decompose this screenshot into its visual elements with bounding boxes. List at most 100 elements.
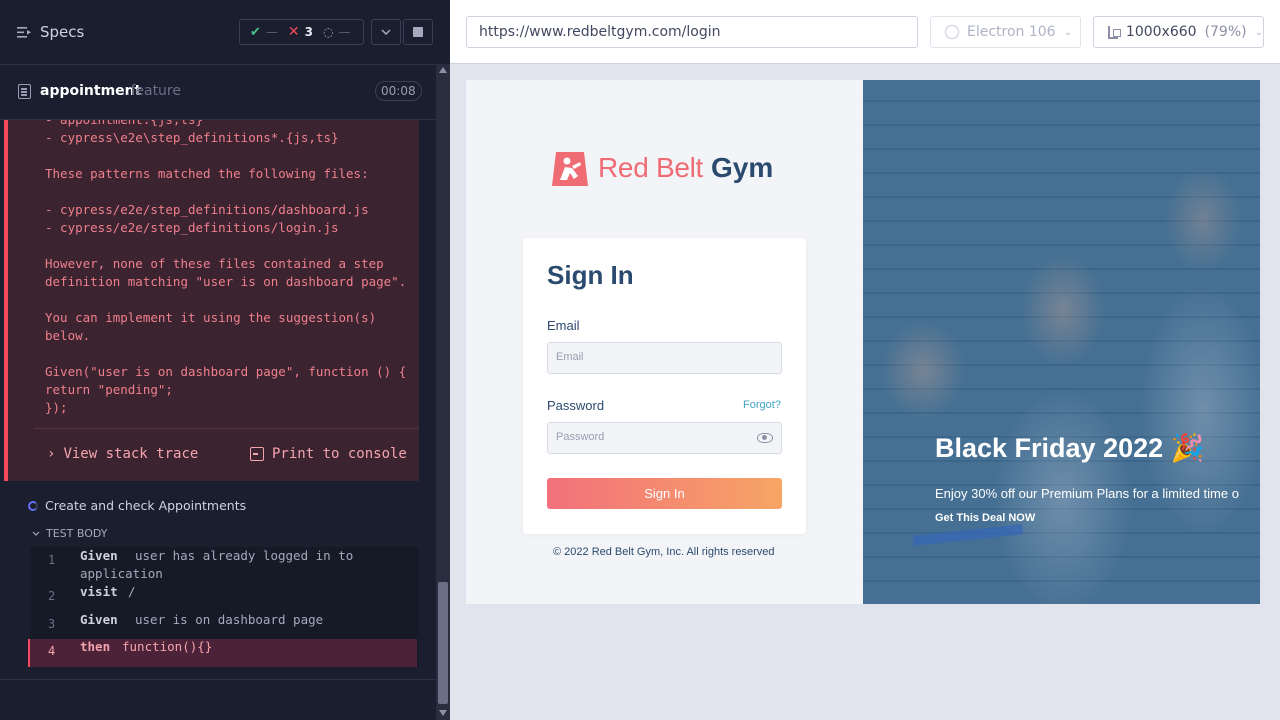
copyright-text: © 2022 Red Belt Gym, Inc. All rights res…: [553, 546, 775, 558]
error-line: Given("user is on dashboard page", funct…: [45, 364, 407, 379]
error-line: These patterns matched the following fil…: [45, 166, 369, 181]
command-row[interactable]: 3 Given user is on dashboard page: [30, 611, 419, 635]
scrollbar-thumb[interactable]: [438, 582, 448, 704]
aut-header: https://www.redbeltgym.com/login Electro…: [450, 0, 1280, 64]
command-row[interactable]: 2 visit /: [30, 584, 419, 606]
forgot-password-link[interactable]: Forgot?: [743, 399, 781, 411]
stop-button[interactable]: [403, 19, 433, 45]
chevron-right-icon: ›: [47, 446, 56, 462]
email-label: Email: [547, 318, 580, 333]
url-bar[interactable]: https://www.redbeltgym.com/login: [466, 16, 918, 48]
command-list: 1 Given user has already logged in to ap…: [28, 547, 419, 667]
check-icon: ✔: [250, 24, 261, 40]
command-row[interactable]: 1 Given user has already logged in to ap…: [30, 547, 419, 589]
viewport-size: 1000x660: [1125, 24, 1197, 40]
error-line: });: [45, 400, 68, 415]
pending-count: —: [338, 25, 351, 39]
logo-text-blue: Gym: [711, 152, 774, 183]
x-icon: ✕: [287, 24, 300, 40]
reporter-scrollbar[interactable]: [436, 64, 450, 720]
error-actions: › View stack trace Print to console: [34, 428, 419, 481]
passed-count: —: [265, 25, 278, 39]
sign-in-card: Sign In Email Email Password Forgot? Pas…: [523, 238, 806, 534]
divider: [0, 679, 435, 680]
view-stack-trace-label: View stack trace: [63, 446, 199, 462]
login-pane: Red Belt Gym Sign In Email Email Passwor…: [466, 80, 863, 604]
error-line: return "pending";: [45, 382, 173, 397]
password-placeholder: Password: [556, 431, 605, 443]
promo-banner: Black Friday 2022 🎉 Enjoy 30% off our Pr…: [863, 80, 1260, 604]
app-iframe: Red Belt Gym Sign In Email Email Passwor…: [466, 80, 1260, 604]
command-number: 1: [48, 553, 56, 567]
chevron-down-icon: ⌄: [1254, 26, 1263, 38]
command-row-failed[interactable]: 4 then function(){}: [28, 639, 417, 667]
error-line: below.: [45, 328, 91, 343]
promo-text: Enjoy 30% off our Premium Plans for a li…: [935, 486, 1239, 501]
get-deal-link[interactable]: Get This Deal NOW: [935, 512, 1035, 524]
stop-icon: [413, 27, 423, 37]
viewport-scale: (79%): [1204, 24, 1247, 40]
pending-circle-icon: ◌: [323, 25, 334, 39]
error-line: You can implement it using the suggestio…: [45, 310, 377, 325]
promo-photo-detail: [912, 524, 1024, 546]
sign-in-title: Sign In: [547, 260, 634, 290]
electron-icon: [945, 25, 959, 39]
command-message: /: [128, 584, 136, 599]
browser-name: Electron 106: [967, 24, 1056, 40]
error-message-box: - appointment.{js,ts} - cypress\e2e\step_…: [4, 120, 419, 481]
sign-in-button[interactable]: Sign In: [547, 478, 782, 509]
failed-count: 3: [304, 25, 313, 39]
command-message: user is on dashboard page: [135, 612, 324, 627]
chevron-down-icon: ⌄: [1063, 26, 1072, 38]
command-name: visit: [80, 584, 118, 599]
error-line: - cypress/e2e/step_definitions/login.js: [45, 220, 339, 235]
command-name: Given: [80, 612, 118, 627]
viewport-icon: [1108, 25, 1121, 39]
command-name: Given: [80, 548, 118, 563]
command-message-continued: application: [80, 566, 163, 581]
aut-panel: https://www.redbeltgym.com/login Electro…: [450, 0, 1280, 720]
command-message: function(){}: [122, 639, 213, 654]
promo-title: Black Friday 2022 🎉: [935, 433, 1205, 463]
failed-stat: ✕ 3: [278, 24, 313, 40]
test-body-label: TEST BODY: [46, 527, 108, 540]
error-line: - cypress/e2e/step_definitions/dashboard…: [45, 202, 369, 217]
password-field[interactable]: Password: [547, 422, 782, 454]
error-line: However, none of these files contained a…: [45, 256, 384, 271]
print-to-console-button[interactable]: Print to console: [250, 446, 407, 462]
chevron-down-icon: [381, 29, 391, 35]
specs-list-icon[interactable]: [17, 26, 32, 39]
browser-selector[interactable]: Electron 106 ⌄: [930, 16, 1081, 48]
viewport-info[interactable]: 1000x660 (79%) ⌄: [1093, 16, 1264, 48]
console-icon: [250, 447, 264, 461]
expand-collapse-button[interactable]: [371, 19, 401, 45]
spec-duration: 00:08: [375, 81, 422, 101]
document-icon: [18, 84, 31, 99]
scroll-down-arrow-icon[interactable]: [439, 710, 447, 716]
test-title-row[interactable]: Create and check Appointments: [28, 498, 246, 513]
chevron-down-icon: [32, 531, 40, 536]
logo-text-red: Red Belt: [598, 152, 703, 183]
print-to-console-label: Print to console: [272, 446, 407, 462]
command-log-panel: Specs ✔ — ✕ 3 ◌ — appointment .feature 0…: [0, 0, 450, 720]
eye-icon[interactable]: [757, 433, 773, 443]
command-number: 3: [48, 617, 56, 631]
test-stats: ✔ — ✕ 3 ◌ —: [239, 19, 364, 45]
scroll-up-arrow-icon[interactable]: [439, 67, 447, 73]
view-stack-trace-button[interactable]: › View stack trace: [47, 446, 198, 462]
error-line: - cypress\e2e\step_definitions*.{js,ts}: [45, 130, 339, 145]
error-line: definition matching "user is on dashboar…: [45, 274, 407, 289]
command-name: then: [80, 639, 111, 654]
password-label: Password: [547, 398, 605, 413]
spec-file-extension: .feature: [126, 83, 181, 99]
specs-button-label[interactable]: Specs: [40, 23, 84, 41]
command-number: 2: [48, 589, 56, 603]
passed-stat: ✔ —: [240, 25, 278, 40]
command-number: 4: [48, 644, 56, 658]
red-belt-gym-logo-icon: [552, 152, 588, 186]
test-body-toggle[interactable]: TEST BODY: [32, 527, 107, 540]
pending-stat: ◌ —: [313, 25, 350, 39]
site-logo: Red Belt Gym: [550, 148, 773, 188]
reporter-header: Specs ✔ — ✕ 3 ◌ —: [0, 0, 435, 65]
email-field[interactable]: Email: [547, 342, 782, 374]
